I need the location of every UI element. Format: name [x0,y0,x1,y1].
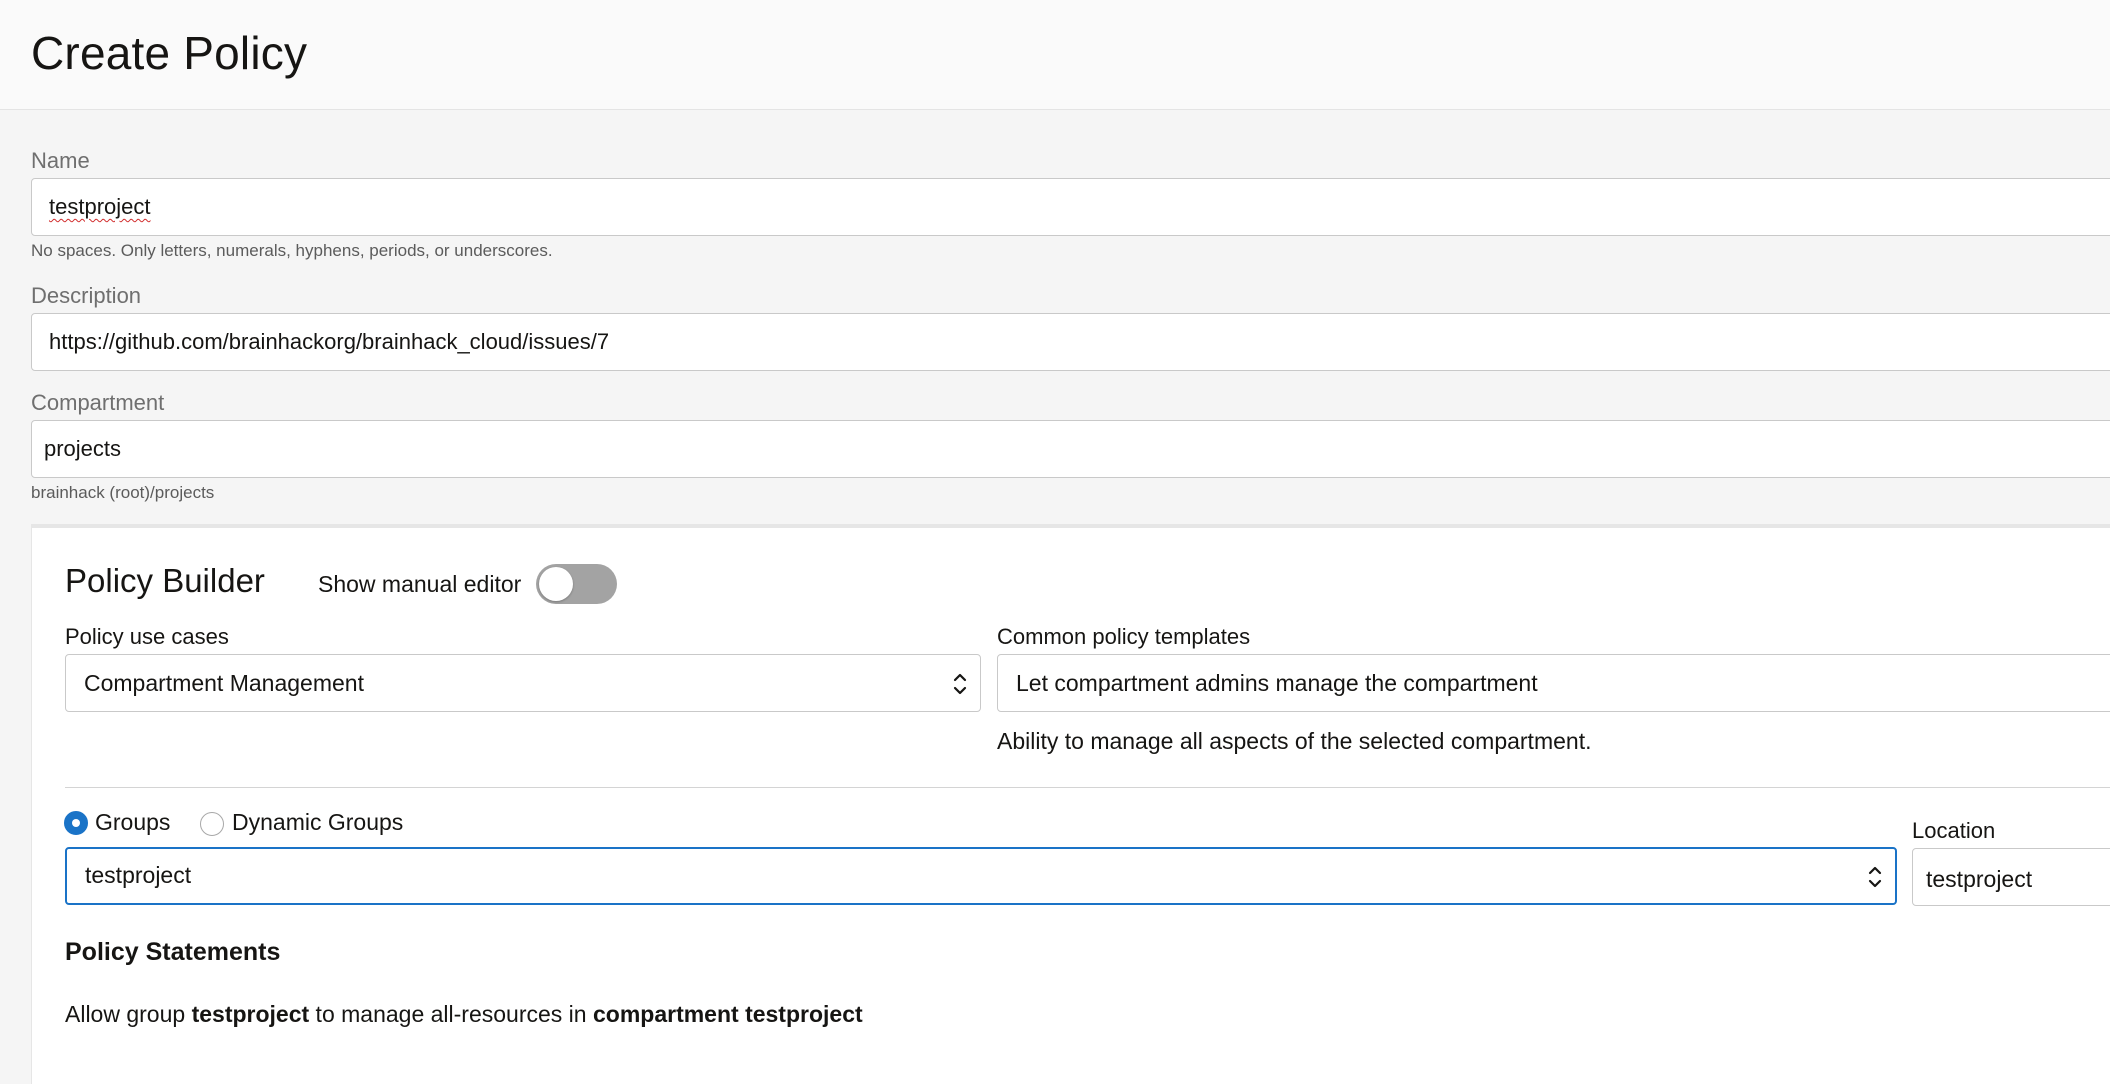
location-select-value: testproject [1926,866,2033,892]
description-input-value: https://github.com/brainhackorg/brainhac… [49,329,610,354]
toggle-knob [539,567,573,601]
dynamic-groups-radio[interactable] [200,812,224,836]
statement-group: testproject [191,1001,310,1027]
page-header: Create Policy [0,0,2110,110]
statement-prefix: Allow group [65,1001,192,1027]
use-cases-select[interactable]: Compartment Management [65,654,981,712]
policy-builder-panel [31,524,2110,1084]
divider [65,787,2110,788]
description-label: Description [31,283,142,308]
policy-statements-title: Policy Statements [65,938,281,966]
compartment-select-value: projects [44,436,122,461]
compartment-select[interactable]: projects [31,420,2110,478]
statement-middle: to manage all-resources in [309,1001,593,1027]
name-input-value: testproject [49,194,151,219]
chevron-up-down-icon [1868,866,1882,888]
templates-select[interactable]: Let compartment admins manage the compar… [997,654,2110,712]
groups-radio[interactable] [64,811,88,835]
manual-editor-toggle[interactable] [536,564,617,604]
location-label: Location [1912,818,1996,843]
name-label: Name [31,148,90,173]
dynamic-groups-radio-label: Dynamic Groups [232,809,404,835]
policy-builder-title: Policy Builder [65,562,265,599]
manual-editor-label: Show manual editor [318,571,522,597]
description-input[interactable]: https://github.com/brainhackorg/brainhac… [31,313,2110,371]
template-description: Ability to manage all aspects of the sel… [997,728,1592,754]
groups-radio-label: Groups [95,809,171,835]
page-title: Create Policy [31,27,308,79]
groups-select[interactable]: testproject [65,847,1897,905]
compartment-path: brainhack (root)/projects [31,483,215,502]
compartment-label: Compartment [31,390,165,415]
name-hint: No spaces. Only letters, numerals, hyphe… [31,241,553,260]
use-cases-select-value: Compartment Management [84,670,364,696]
policy-statement: Allow group testproject to manage all-re… [65,1001,863,1028]
location-select[interactable]: testproject [1912,848,2110,906]
groups-select-value: testproject [85,862,192,888]
templates-select-value: Let compartment admins manage the compar… [1016,670,1538,696]
statement-target: compartment testproject [592,1001,863,1027]
chevron-up-down-icon [953,673,967,695]
name-input[interactable]: testproject [31,178,2110,236]
templates-label: Common policy templates [997,624,1251,649]
use-cases-label: Policy use cases [65,624,229,649]
